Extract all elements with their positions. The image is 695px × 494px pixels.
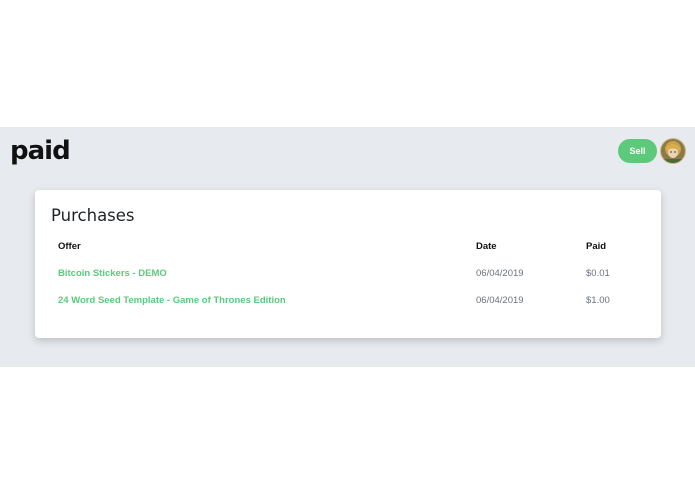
app-background: paid Sell Purchases Offer Date Paid Bitc… <box>0 127 695 367</box>
column-header-date: Date <box>476 241 497 252</box>
purchase-date: 06/04/2019 <box>476 268 524 279</box>
purchase-amount: $0.01 <box>586 268 610 279</box>
purchase-amount: $1.00 <box>586 295 610 306</box>
sell-button[interactable]: Sell <box>618 139 657 163</box>
table-row: Bitcoin Stickers - DEMO 06/04/2019 $0.01 <box>35 267 661 287</box>
avatar-image <box>661 139 685 163</box>
offer-link[interactable]: 24 Word Seed Template - Game of Thrones … <box>58 294 286 308</box>
column-header-offer: Offer <box>58 241 81 252</box>
paid-logo[interactable]: paid <box>10 134 71 168</box>
offer-link[interactable]: Bitcoin Stickers - DEMO <box>58 267 167 281</box>
user-avatar-icon[interactable] <box>661 139 685 163</box>
page-title: Purchases <box>51 206 135 225</box>
purchase-date: 06/04/2019 <box>476 295 524 306</box>
header: paid Sell <box>0 127 695 177</box>
column-header-paid: Paid <box>586 241 607 252</box>
purchases-card: Purchases Offer Date Paid Bitcoin Sticke… <box>35 190 661 338</box>
table-row: 24 Word Seed Template - Game of Thrones … <box>35 294 661 314</box>
